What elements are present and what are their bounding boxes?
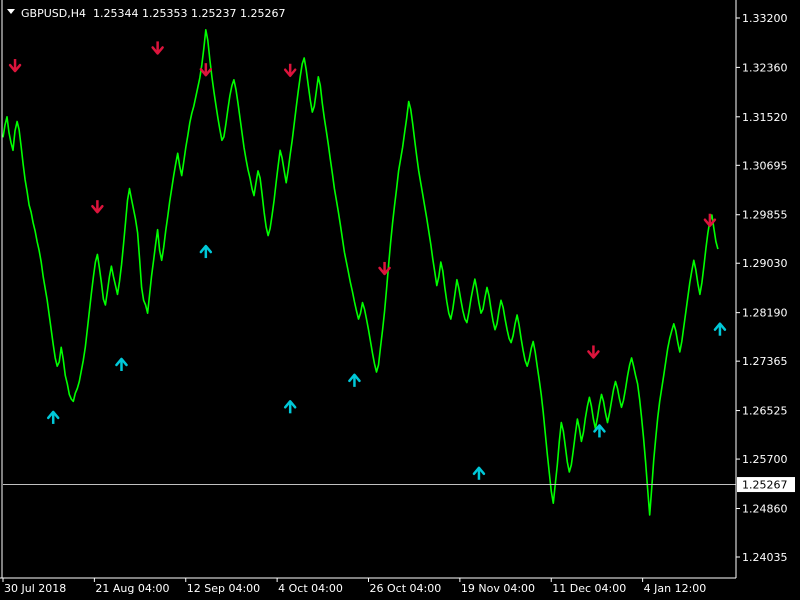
x-tick-label-6: 11 Dec 04:00	[552, 582, 626, 595]
y-tick-label-4: 1.29855	[742, 209, 788, 222]
x-tick-label-3: 4 Oct 04:00	[278, 582, 343, 595]
y-tick-label-7: 1.27365	[742, 355, 788, 368]
x-tick-label-1: 21 Aug 04:00	[95, 582, 169, 595]
y-tick-label-3: 1.30695	[742, 159, 788, 172]
y-tick-label-8: 1.26525	[742, 405, 788, 418]
y-tick-label-9: 1.25700	[742, 453, 788, 466]
x-tick-label-4: 26 Oct 04:00	[370, 582, 442, 595]
chart-background	[0, 0, 800, 600]
y-tick-label-10: 1.24860	[742, 502, 788, 515]
current-price-tag: 1.25267	[737, 477, 795, 493]
y-tick-label-2: 1.31520	[742, 111, 788, 124]
chart-header: GBPUSD,H4 1.25344 1.25353 1.25237 1.2526…	[7, 7, 285, 20]
y-tick-label-6: 1.28190	[742, 307, 788, 320]
y-tick-label-0: 1.33200	[742, 12, 788, 25]
x-tick-label-2: 12 Sep 04:00	[187, 582, 260, 595]
current-price-tag-label: 1.25267	[742, 479, 788, 492]
ohlc-values: 1.25344 1.25353 1.25237 1.25267	[93, 7, 285, 20]
x-tick-label-7: 4 Jan 12:00	[644, 582, 707, 595]
x-tick-label-5: 19 Nov 04:00	[461, 582, 535, 595]
x-tick-label-0: 30 Jul 2018	[4, 582, 66, 595]
price-chart[interactable]: GBPUSD,H4 1.25344 1.25353 1.25237 1.2526…	[0, 0, 800, 600]
y-tick-label-1: 1.32360	[742, 61, 788, 74]
symbol-label: GBPUSD,H4	[21, 7, 86, 20]
y-tick-label-11: 1.24035	[742, 551, 788, 564]
y-tick-label-5: 1.29030	[742, 257, 788, 270]
